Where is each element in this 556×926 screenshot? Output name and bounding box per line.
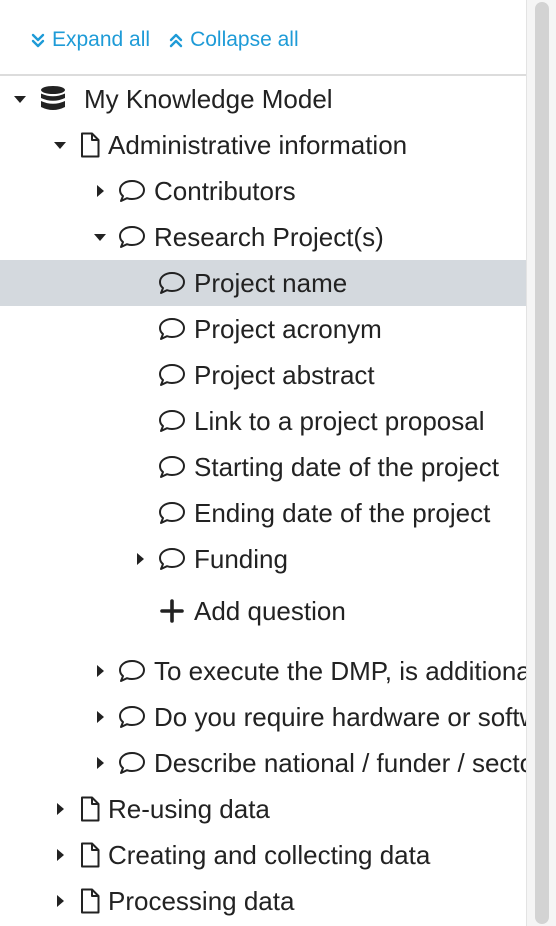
tree-item-label: Re-using data (108, 793, 270, 824)
tree-actions: Expand all Collapse all (30, 26, 299, 54)
comment-icon (158, 317, 186, 341)
caret-right-icon[interactable] (52, 847, 68, 863)
tree-item-label: Starting date of the project (194, 451, 499, 482)
tree-item-label: Project name (194, 267, 348, 298)
tree-item-research-projects[interactable]: Research Project(s) (0, 214, 526, 260)
tree-item-label: Project abstract (194, 359, 375, 390)
caret-right-icon[interactable] (92, 183, 108, 199)
comment-icon (158, 501, 186, 525)
tree-item-label: To execute the DMP, is additional (154, 655, 526, 686)
tree-item-label: Link to a project proposal (194, 405, 485, 436)
database-icon (40, 85, 66, 113)
comment-icon (158, 271, 186, 295)
file-icon (80, 842, 100, 868)
tree-item-describe-national[interactable]: Describe national / funder / sector (0, 740, 526, 786)
knowledge-model-tree-panel: Expand all Collapse all My Knowledge Mod… (0, 0, 526, 926)
tree-item-label: Funding (194, 543, 288, 574)
tree-item-label: Contributors (154, 175, 296, 206)
collapse-all-label: Collapse all (190, 28, 299, 51)
tree-item-funding[interactable]: Funding (0, 536, 526, 582)
file-icon (80, 888, 100, 914)
caret-down-icon[interactable] (12, 91, 28, 107)
tree-item-ending-date[interactable]: Ending date of the project (0, 490, 526, 536)
tree-item-label: My Knowledge Model (84, 83, 333, 114)
comment-icon (118, 659, 146, 683)
comment-icon (158, 409, 186, 433)
tree-item-execute-dmp[interactable]: To execute the DMP, is additional (0, 648, 526, 694)
tree-item-hardware[interactable]: Do you require hardware or software (0, 694, 526, 740)
tree-item-chapter-reusing[interactable]: Re-using data (0, 786, 526, 832)
caret-right-icon[interactable] (52, 801, 68, 817)
caret-right-icon[interactable] (92, 709, 108, 725)
angles-down-icon (31, 33, 45, 48)
file-icon (80, 796, 100, 822)
vertical-scrollbar[interactable] (526, 0, 556, 926)
tree-item-label: Ending date of the project (194, 497, 491, 528)
tree-item-label: Project acronym (194, 313, 382, 344)
tree-item-project-acronym[interactable]: Project acronym (0, 306, 526, 352)
tree-item-project-proposal[interactable]: Link to a project proposal (0, 398, 526, 444)
tree-item-root[interactable]: My Knowledge Model (0, 76, 526, 122)
tree-item-label: Research Project(s) (154, 221, 384, 252)
tree-item-label: Creating and collecting data (108, 839, 431, 870)
caret-right-icon[interactable] (92, 663, 108, 679)
expand-all-link[interactable]: Expand all (30, 28, 150, 52)
caret-down-icon[interactable] (92, 229, 108, 245)
caret-right-icon[interactable] (52, 893, 68, 909)
caret-right-icon[interactable] (92, 755, 108, 771)
tree-item-project-name[interactable]: Project name (0, 260, 526, 306)
caret-right-icon[interactable] (132, 551, 148, 567)
comment-icon (118, 179, 146, 203)
expand-all-label: Expand all (52, 28, 151, 51)
tree-item-chapter-creating[interactable]: Creating and collecting data (0, 832, 526, 878)
scrollbar-thumb[interactable] (535, 2, 549, 924)
tree-item-label: Describe national / funder / sector (154, 747, 526, 778)
plus-icon (160, 599, 184, 623)
comment-icon (158, 547, 186, 571)
add-question-button[interactable]: Add question (0, 588, 526, 634)
tree-item-chapter-processing[interactable]: Processing data (0, 878, 526, 924)
comment-icon (118, 705, 146, 729)
tree-item-label: Processing data (108, 885, 295, 916)
comment-icon (118, 225, 146, 249)
comment-icon (158, 363, 186, 387)
add-question-label: Add question (194, 595, 346, 626)
tree-item-project-abstract[interactable]: Project abstract (0, 352, 526, 398)
tree-item-chapter-administrative[interactable]: Administrative information (0, 122, 526, 168)
tree-item-contributors[interactable]: Contributors (0, 168, 526, 214)
collapse-all-link[interactable]: Collapse all (168, 28, 299, 52)
comment-icon (158, 455, 186, 479)
tree-item-label: Administrative information (108, 129, 408, 160)
file-icon (80, 132, 100, 158)
comment-icon (118, 751, 146, 775)
caret-down-icon[interactable] (52, 137, 68, 153)
tree-item-label: Do you require hardware or software (154, 701, 526, 732)
angles-up-icon (169, 33, 183, 48)
tree-item-starting-date[interactable]: Starting date of the project (0, 444, 526, 490)
